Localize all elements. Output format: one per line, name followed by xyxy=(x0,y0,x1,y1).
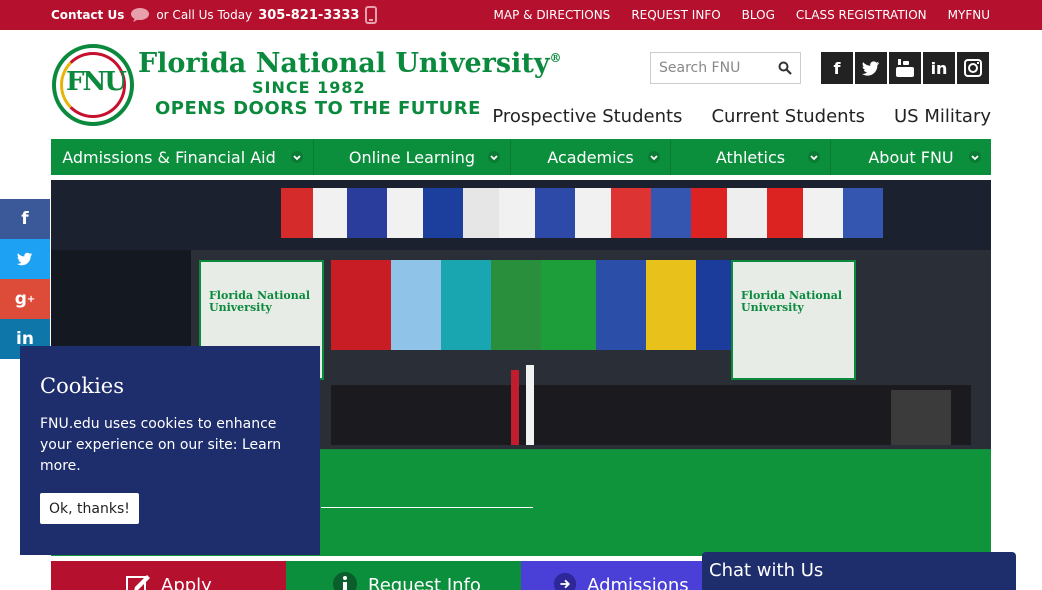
contact-area: Contact Us or Call Us Today 305-821-3333 xyxy=(51,0,378,30)
audience-nav: Prospective Students Current Students US… xyxy=(492,106,991,127)
search-input[interactable] xyxy=(651,53,771,83)
since-year: SINCE 1982 xyxy=(252,78,366,97)
nav-athletics[interactable]: Athletics xyxy=(671,139,831,175)
contact-us-link[interactable]: Contact Us xyxy=(51,8,124,22)
twitter-icon[interactable] xyxy=(855,52,887,84)
blog-link[interactable]: BLOG xyxy=(742,8,775,22)
map-directions-link[interactable]: MAP & DIRECTIONS xyxy=(494,8,611,22)
nav-label: Academics xyxy=(547,147,634,167)
chat-widget[interactable]: Chat with Us xyxy=(702,552,1016,590)
google-plus-icon[interactable]: g + xyxy=(0,279,50,319)
nav-admissions-financial-aid[interactable]: Admissions & Financial Aid xyxy=(51,139,314,175)
nav-label: Online Learning xyxy=(348,147,476,167)
prospective-students-link[interactable]: Prospective Students xyxy=(492,106,682,127)
facebook-icon[interactable]: f xyxy=(821,52,853,84)
edit-icon xyxy=(126,575,150,590)
linkedin-icon[interactable]: in xyxy=(923,52,955,84)
chat-label: Chat with Us xyxy=(709,560,824,581)
nav-label: About FNU xyxy=(868,147,954,167)
fnu-seal: FNU xyxy=(52,44,134,126)
top-links: MAP & DIRECTIONS REQUEST INFO BLOG CLASS… xyxy=(494,0,990,30)
fnu-logo[interactable]: FNU Florida National University® SINCE 1… xyxy=(52,44,562,126)
apply-button[interactable]: Apply xyxy=(51,561,286,590)
university-name-text: Florida National University xyxy=(138,48,550,79)
instagram-icon[interactable] xyxy=(957,52,989,84)
main-navigation: Admissions & Financial Aid Online Learni… xyxy=(51,139,991,175)
banner-text: Florida National University xyxy=(741,289,843,315)
cookie-text: FNU.edu uses cookies to enhance your exp… xyxy=(40,416,277,453)
logo-tagline: OPENS DOORS TO THE FUTURE xyxy=(155,98,481,119)
chevron-down-icon xyxy=(808,151,820,163)
arrow-circle-icon xyxy=(553,572,577,590)
info-icon xyxy=(333,572,357,590)
university-name: Florida National University® xyxy=(138,48,562,79)
hero-divider xyxy=(321,507,533,508)
current-students-link[interactable]: Current Students xyxy=(711,106,865,127)
youtube-icon[interactable] xyxy=(889,52,921,84)
twitter-icon[interactable] xyxy=(0,239,50,279)
request-info-label: Request Info xyxy=(368,575,481,590)
myfnu-link[interactable]: MYFNU xyxy=(948,8,990,22)
request-info-button[interactable]: Request Info xyxy=(286,561,521,590)
cookie-body: FNU.edu uses cookies to enhance your exp… xyxy=(40,414,300,477)
admissions-button[interactable]: Admissions In xyxy=(521,561,702,590)
chevron-down-icon xyxy=(488,151,500,163)
apply-label: Apply xyxy=(161,575,212,590)
chevron-down-icon xyxy=(648,151,660,163)
call-us-label: or Call Us Today xyxy=(156,8,253,22)
cookie-dialog: Cookies FNU.edu uses cookies to enhance … xyxy=(20,346,320,555)
nav-academics[interactable]: Academics xyxy=(511,139,671,175)
admissions-label: Admissions In xyxy=(587,575,689,590)
request-info-link[interactable]: REQUEST INFO xyxy=(631,8,720,22)
facebook-icon[interactable]: f xyxy=(0,199,50,239)
hero-banner-right: Florida National University xyxy=(731,260,856,380)
us-military-link[interactable]: US Military xyxy=(894,106,991,127)
social-links: f in xyxy=(821,52,989,84)
chevron-down-icon xyxy=(969,151,981,163)
nav-label: Athletics xyxy=(715,147,786,167)
seal-letters: FNU xyxy=(66,67,127,97)
chat-bubble-icon[interactable] xyxy=(130,7,150,23)
registered-mark: ® xyxy=(549,51,562,65)
search-box xyxy=(650,52,801,84)
nav-online-learning[interactable]: Online Learning xyxy=(314,139,511,175)
top-utility-bar: Contact Us or Call Us Today 305-821-3333… xyxy=(0,0,1042,30)
cookie-title: Cookies xyxy=(40,374,124,398)
phone-number[interactable]: 305-821-3333 xyxy=(258,8,359,23)
mobile-phone-icon xyxy=(365,6,378,24)
ok-thanks-button[interactable]: Ok, thanks! xyxy=(40,493,139,524)
chevron-down-icon xyxy=(291,151,303,163)
page: Contact Us or Call Us Today 305-821-3333… xyxy=(0,0,1042,590)
nav-label: Admissions & Financial Aid xyxy=(62,147,276,167)
nav-about-fnu[interactable]: About FNU xyxy=(831,139,991,175)
class-registration-link[interactable]: CLASS REGISTRATION xyxy=(796,8,927,22)
share-sidebar: f g + in xyxy=(0,199,50,359)
search-icon[interactable] xyxy=(778,61,792,75)
banner-text: Florida National University xyxy=(209,289,311,315)
